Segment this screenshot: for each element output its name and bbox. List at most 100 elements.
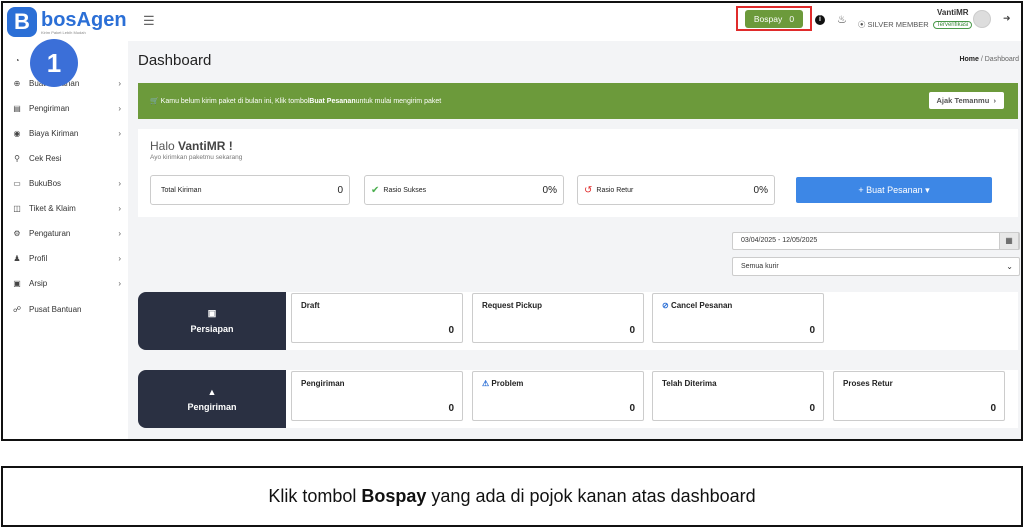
info-alert: 🛒 Kamu belum kirim paket di bulan ini, K… [138, 83, 1018, 119]
status-value: 0 [448, 403, 454, 414]
stat-label: Total Kiriman [161, 186, 202, 194]
ticket-icon: ◫ [13, 203, 21, 213]
chevron-right-icon: › [118, 103, 121, 113]
bospay-highlight: Bospay 0 [736, 6, 812, 31]
ajak-temanmu-label: Ajak Temanmu [936, 96, 990, 105]
sidebar-item-biaya-kiriman[interactable]: ◉ Biaya Kiriman › [11, 126, 122, 140]
buat-pesanan-button[interactable]: + Buat Pesanan ▾ [796, 177, 992, 203]
undo-icon: ↺ [584, 184, 593, 196]
date-range-input[interactable]: 03/04/2025 - 12/05/2025 ▦ [732, 232, 1020, 250]
breadcrumb-separator: / [980, 56, 983, 63]
status-value: 0 [629, 325, 635, 336]
courier-select[interactable]: Semua kurir ⌄ [732, 257, 1020, 276]
app-screenshot-frame: B bosAgen Kirim Paket Lebih Mudah ☰ Bosp… [1, 1, 1023, 441]
cart-icon: 🛒 [150, 98, 161, 105]
bospay-label: Bospay [753, 13, 783, 24]
caption-pre: Klik tombol [268, 486, 357, 506]
status-label: Draft [301, 301, 320, 310]
status-value: 0 [448, 325, 454, 336]
status-label: Cancel Pesanan [670, 301, 733, 310]
caption-post: yang ada di pojok kanan atas dashboard [431, 486, 756, 506]
status-request-pickup[interactable]: Request Pickup 0 [472, 293, 644, 343]
sidebar-item-label: Cek Resi [29, 153, 62, 163]
stat-value: 0 [337, 184, 343, 196]
status-cancel-pesanan[interactable]: ⊘ Cancel Pesanan 0 [652, 293, 824, 343]
chevron-right-icon: › [118, 178, 121, 188]
stat-value: 0% [542, 184, 557, 196]
summary-card: Halo VantiMR ! Ayo kirimkan paketmu seka… [138, 129, 1018, 217]
date-range-value: 03/04/2025 - 12/05/2025 [741, 237, 818, 244]
courier-select-value: Semua kurir [741, 263, 779, 270]
chevron-right-icon: › [118, 253, 121, 263]
sidebar-item-pengiriman[interactable]: ▤ Pengiriman › [11, 101, 121, 115]
gauge-icon: ◔ [14, 55, 20, 65]
status-label: Request Pickup [482, 301, 543, 310]
archive-icon: ▣ [13, 278, 21, 288]
status-value: 0 [629, 403, 635, 414]
stat-value: 0% [753, 184, 768, 196]
search-icon: ⚲ [14, 153, 20, 163]
chevron-down-icon: ⌄ [1006, 262, 1013, 271]
status-label-with-icon: ⚠ Problem [482, 379, 523, 388]
sidebar-item-pengaturan[interactable]: ⚙ Pengaturan › [11, 226, 121, 240]
caption-bold: Bospay [361, 486, 427, 506]
buat-pesanan-label: + Buat Pesanan [858, 185, 923, 195]
avatar[interactable] [973, 10, 991, 28]
chevron-right-icon: › [991, 96, 996, 105]
page-title: Dashboard [138, 52, 212, 69]
group-persiapan: ▣ Persiapan [138, 292, 286, 350]
top-bar: B bosAgen Kirim Paket Lebih Mudah ☰ Bosp… [3, 3, 1021, 41]
breadcrumb-home[interactable]: Home [959, 56, 978, 63]
alert-text-bold: Buat Pesanan [309, 97, 356, 105]
sidebar-item-label: Tiket & Klaim [29, 203, 76, 213]
verified-badge: Terverifikasi [932, 20, 973, 29]
status-draft[interactable]: Draft 0 [291, 293, 463, 343]
logo-mark: B [7, 7, 37, 37]
car-icon: ▲ [207, 386, 217, 397]
headset-icon: ☍ [12, 304, 22, 314]
chevron-right-icon: › [118, 278, 121, 288]
breadcrumb-current: Dashboard [984, 56, 1019, 63]
logo[interactable]: B bosAgen Kirim Paket Lebih Mudah [7, 7, 127, 37]
status-label: Telah Diterima [662, 379, 717, 388]
membership-label: SILVER MEMBER [867, 20, 929, 29]
bell-icon[interactable]: ♨ [837, 13, 847, 26]
logo-name: bosAgen [41, 8, 127, 31]
sidebar-item-cek-resi[interactable]: ⚲ Cek Resi [11, 151, 121, 165]
info-icon[interactable]: i [815, 15, 825, 25]
status-telah-diterima[interactable]: Telah Diterima 0 [652, 371, 824, 421]
sidebar-item-pusat-bantuan[interactable]: ☍ Pusat Bantuan [11, 302, 121, 316]
status-label-with-icon: ⊘ Cancel Pesanan [662, 301, 732, 310]
chevron-right-icon: › [118, 78, 121, 88]
status-value: 0 [809, 325, 815, 336]
plus-circle-icon: ⊕ [13, 78, 21, 88]
bospay-amount: 0 [789, 13, 795, 24]
logout-icon[interactable]: ➜ [1003, 13, 1011, 24]
sidebar-item-profil[interactable]: ♟ Profil › [11, 251, 121, 265]
stat-total-kiriman: Total Kiriman 0 [150, 175, 350, 205]
location-icon: ◉ [13, 128, 21, 138]
group-label: Pengiriman [187, 401, 237, 412]
sidebar-item-label: Biaya Kiriman [29, 128, 79, 138]
ajak-temanmu-button[interactable]: Ajak Temanmu › [928, 92, 1004, 109]
sidebar-item-arsip[interactable]: ▣ Arsip › [11, 276, 121, 290]
status-proses-retur[interactable]: Proses Retur 0 [833, 371, 1005, 421]
user-name[interactable]: VantiMR [937, 8, 969, 17]
sidebar-item-tiket-klaim[interactable]: ◫ Tiket & Klaim › [11, 201, 121, 215]
group-label: Persiapan [190, 324, 234, 334]
status-pengiriman[interactable]: Pengiriman 0 [291, 371, 463, 421]
calendar-icon[interactable]: ▦ [999, 232, 1019, 250]
menu-toggle-icon[interactable]: ☰ [143, 13, 155, 29]
bospay-button[interactable]: Bospay 0 [744, 9, 804, 28]
stat-label: Rasio Sukses [383, 186, 427, 194]
status-label: Proses Retur [843, 379, 893, 388]
sidebar: ◔ ⊕ Buat Pesanan › ▤ Pengiriman › ◉ Biay… [3, 41, 128, 439]
sidebar-item-label: Arsip [29, 278, 48, 288]
chevron-right-icon: › [118, 228, 121, 238]
status-problem[interactable]: ⚠ Problem 0 [472, 371, 644, 421]
sidebar-item-bukubos[interactable]: ▭ BukuBos › [11, 176, 121, 190]
box-icon: ▣ [207, 308, 217, 318]
group-persiapan-panel: Draft 0 Request Pickup 0 ⊘ Cancel Pesana… [286, 292, 1018, 350]
status-value: 0 [809, 403, 815, 414]
stat-rasio-retur: ↺ Rasio Retur 0% [577, 175, 775, 205]
